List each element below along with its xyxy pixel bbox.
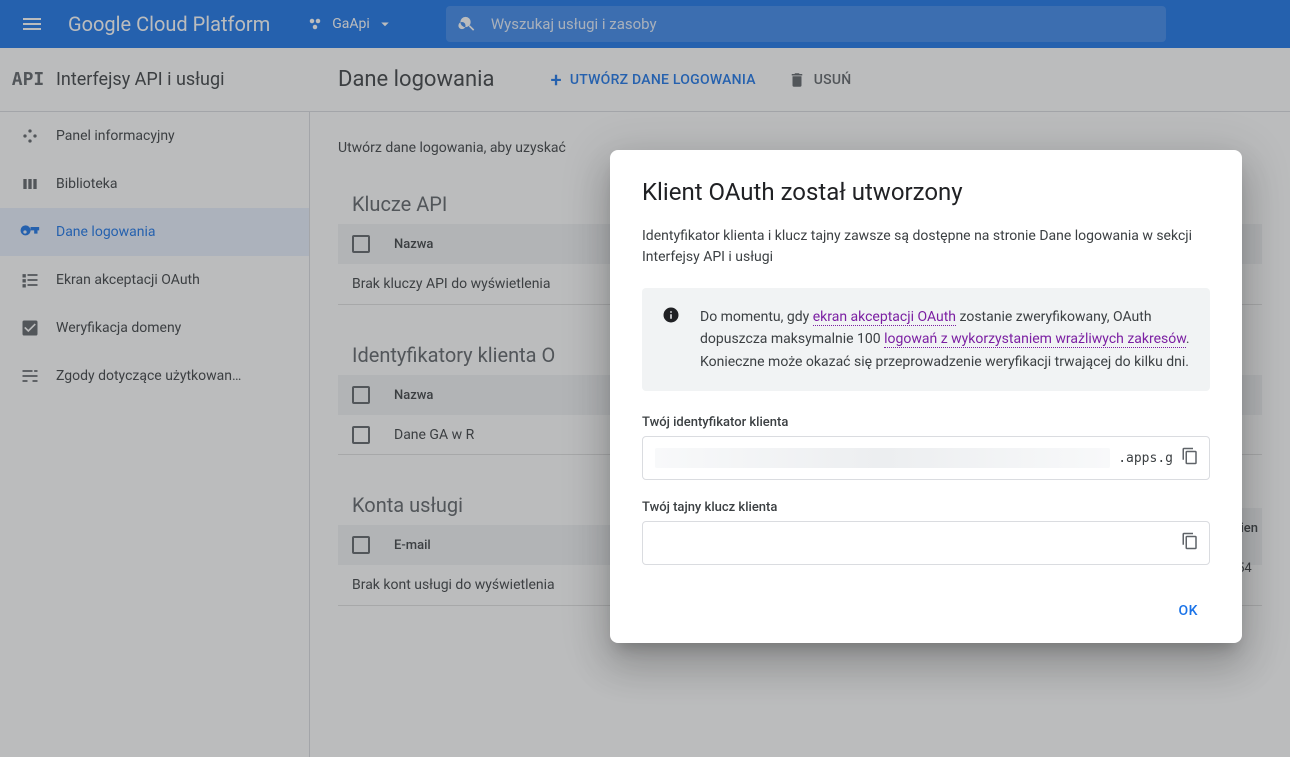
info-icon bbox=[662, 306, 680, 324]
dialog-info-text: Do momentu, gdy ekran akceptacji OAuth z… bbox=[700, 306, 1190, 373]
copy-icon bbox=[1181, 447, 1199, 465]
ok-button[interactable]: OK bbox=[1167, 595, 1211, 627]
client-id-value-redacted bbox=[655, 448, 1110, 468]
client-id-suffix: .apps.g bbox=[1118, 451, 1173, 466]
consent-screen-link[interactable]: ekran akceptacji OAuth bbox=[813, 309, 956, 326]
copy-icon bbox=[1181, 532, 1199, 550]
copy-client-secret-button[interactable] bbox=[1181, 532, 1199, 554]
dialog-subtitle: Identyfikator klienta i klucz tajny zaws… bbox=[642, 226, 1210, 268]
dialog-title: Klient OAuth został utworzony bbox=[642, 178, 1210, 206]
dialog-info-box: Do momentu, gdy ekran akceptacji OAuth z… bbox=[642, 288, 1210, 391]
oauth-created-dialog: Klient OAuth został utworzony Identyfika… bbox=[610, 150, 1242, 643]
copy-client-id-button[interactable] bbox=[1181, 447, 1199, 469]
client-secret-field[interactable] bbox=[642, 521, 1210, 565]
client-id-label: Twój identyfikator klienta bbox=[642, 415, 1210, 430]
client-id-field[interactable]: .apps.g bbox=[642, 436, 1210, 480]
sensitive-scopes-link[interactable]: logowań z wykorzystaniem wrażliwych zakr… bbox=[884, 331, 1186, 348]
client-secret-label: Twój tajny klucz klienta bbox=[642, 500, 1210, 515]
